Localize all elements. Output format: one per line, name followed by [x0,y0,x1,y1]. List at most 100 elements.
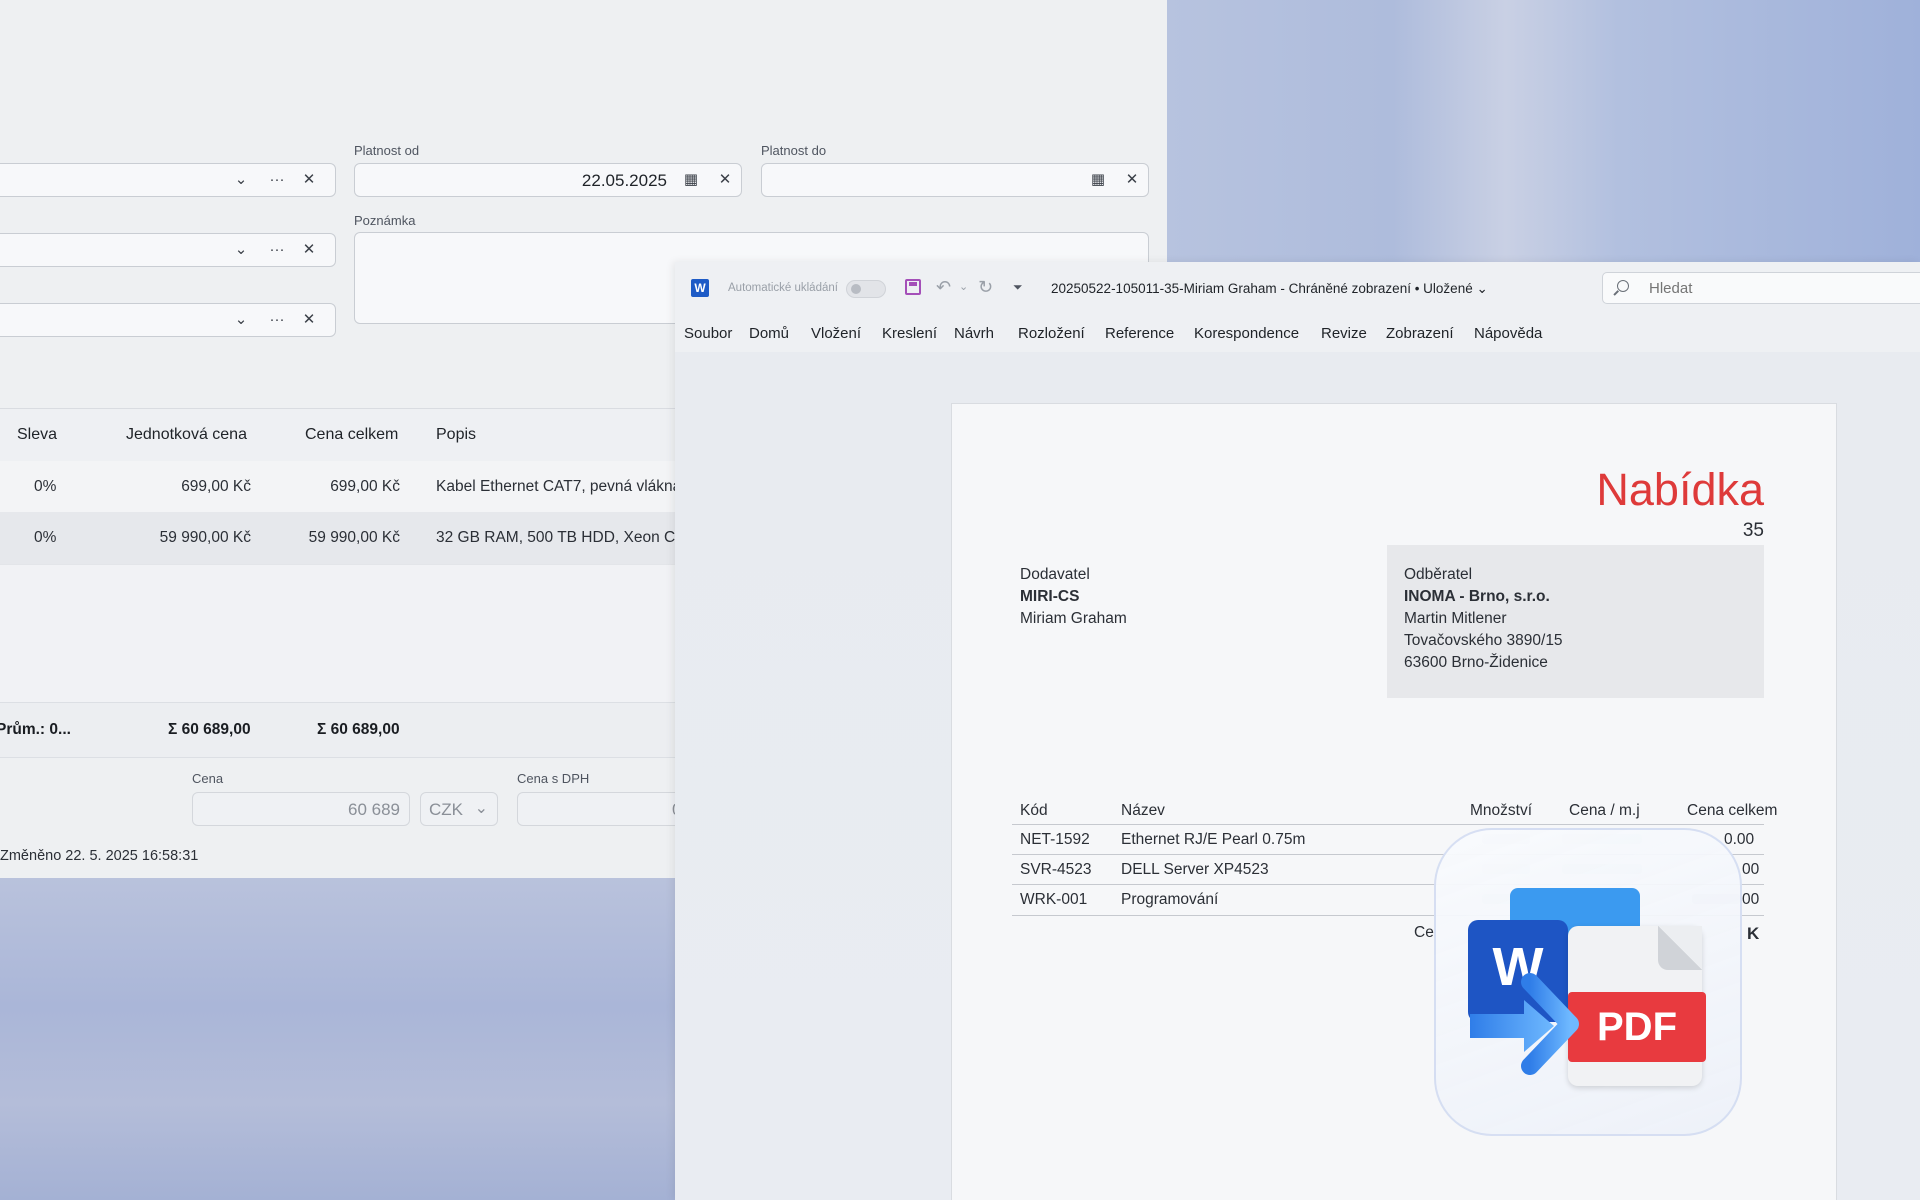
item-total: 00 [1742,891,1760,908]
price-field: 60 689 [192,792,410,826]
customer-street: Tovačovského 3890/15 [1404,632,1563,649]
tab-review[interactable]: Revize [1321,325,1367,342]
chevron-down-icon[interactable]: ⌄ [231,310,251,330]
supplier-label: Dodavatel [1020,566,1090,583]
tab-design[interactable]: Návrh [954,325,994,342]
customer-person: Martin Mitlener [1404,610,1507,627]
more-icon[interactable]: ··· [267,310,287,330]
chevron-down-icon[interactable]: ⌄ [959,277,968,297]
tab-insert[interactable]: Vložení [811,325,861,342]
combo-field-3[interactable]: ⌄ ··· ✕ [0,303,336,337]
undo-icon[interactable]: ↶ [936,277,951,297]
item-name: Programování [1121,891,1219,908]
tab-view[interactable]: Zobrazení [1386,325,1454,342]
col-unit-price: Cena / m.j [1569,802,1640,819]
tab-help[interactable]: Nápověda [1474,325,1542,342]
desktop-background-lower [0,878,675,1200]
cell-unit-price: 59 990,00 Kč [159,529,251,546]
clear-icon[interactable]: ✕ [299,240,319,260]
col-qty: Množství [1470,802,1533,819]
currency-select[interactable]: CZK ⌄ [420,792,498,826]
page-fold-icon [1658,926,1702,970]
cell-discount: 0% [34,529,57,546]
save-icon[interactable] [905,279,921,295]
price-label: Cena [192,771,224,786]
supplier-block: Dodavatel MIRI-CS Miriam Graham [1020,564,1127,630]
supplier-name: MIRI-CS [1020,588,1080,605]
autosave-label: Automatické ukládání [728,282,838,294]
chevron-down-icon[interactable]: ⌄ [231,240,251,260]
grand-total-value: K [1747,924,1760,943]
tab-references[interactable]: Reference [1105,325,1174,342]
clear-icon[interactable]: ✕ [299,310,319,330]
word-app-icon: W [691,279,709,297]
chevron-down-icon[interactable]: ⌄ [231,170,251,190]
col-description[interactable]: Popis [436,426,476,444]
summary-unit-sum: Σ 60 689,00 [168,721,251,738]
item-code: SVR-4523 [1020,861,1092,878]
cell-description: Kabel Ethernet CAT7, pevná vlákna [436,478,682,495]
tab-layout[interactable]: Rozložení [1018,325,1085,342]
document-title[interactable]: 20250522-105011-35-Miriam Graham - Chrán… [1051,281,1488,297]
desktop-background [1167,0,1920,262]
note-label: Poznámka [354,213,416,228]
cell-total-price: 699,00 Kč [330,478,400,495]
tab-mailings[interactable]: Korespondence [1194,325,1299,342]
item-name: Ethernet RJ/E Pearl 0.75m [1121,831,1306,848]
item-code: NET-1592 [1020,831,1090,848]
chevron-down-icon: ⌄ [474,800,488,817]
offer-title: Nabídka [1596,464,1764,515]
col-discount[interactable]: Sleva [17,426,57,444]
col-code: Kód [1020,802,1048,819]
valid-to-field[interactable]: ▦ ✕ [761,163,1149,197]
tab-home[interactable]: Domů [749,325,789,342]
col-total-price[interactable]: Cena celkem [305,426,398,444]
last-changed: Změněno 22. 5. 2025 16:58:31 [0,848,199,864]
grand-total-label: Ce [1414,924,1434,941]
word-to-pdf-badge: W PDF [1434,828,1742,1136]
price-vat-label: Cena s DPH [517,771,590,786]
combo-field-2[interactable]: ⌄ ··· ✕ [0,233,336,267]
combo-field-1[interactable]: ⌄ ··· ✕ [0,163,336,197]
cell-discount: 0% [34,478,57,495]
cell-unit-price: 699,00 Kč [181,478,251,495]
calendar-icon[interactable]: ▦ [1088,170,1108,190]
word-titlebar: W Automatické ukládání ↶ ⌄ ↻ ⏷ 20250522-… [675,262,1920,312]
item-name: DELL Server XP4523 [1121,861,1269,878]
chevron-down-icon: ⌄ [1476,281,1488,296]
tab-file[interactable]: Soubor [684,325,732,342]
more-icon[interactable]: ··· [267,240,287,260]
customer-city: 63600 Brno-Židenice [1404,654,1548,671]
price-value: 60 689 [348,800,400,819]
tab-draw[interactable]: Kreslení [882,325,937,342]
customer-label: Odběratel [1404,566,1473,583]
autosave-toggle[interactable] [846,280,886,298]
summary-average: Prům.: 0... [0,721,71,738]
customize-toolbar-icon[interactable]: ⏷ [1013,277,1023,297]
search-input[interactable] [1647,279,1851,298]
offer-number: 35 [1742,520,1764,541]
calendar-icon[interactable]: ▦ [681,170,701,190]
valid-from-field[interactable]: 22.05.2025 ▦ ✕ [354,163,742,197]
item-total: 0.00 [1724,831,1755,848]
summary-total-sum: Σ 60 689,00 [317,721,400,738]
redo-icon[interactable]: ↻ [978,277,993,297]
col-unit-price[interactable]: Jednotková cena [126,426,247,444]
cell-description: 32 GB RAM, 500 TB HDD, Xeon CPU [436,529,697,546]
clear-icon[interactable]: ✕ [715,170,735,190]
supplier-person: Miriam Graham [1020,610,1127,627]
search-box[interactable] [1602,272,1920,304]
clear-icon[interactable]: ✕ [1122,170,1142,190]
customer-block: Odběratel INOMA - Brno, s.r.o. Martin Mi… [1387,545,1764,698]
ribbon-tabs: Soubor Domů Vložení Kreslení Návrh Rozlo… [675,312,1920,352]
item-code: WRK-001 [1020,891,1088,908]
clear-icon[interactable]: ✕ [299,170,319,190]
cell-total-price: 59 990,00 Kč [308,529,400,546]
valid-to-label: Platnost do [761,143,827,158]
valid-from-label: Platnost od [354,143,420,158]
col-total: Cena celkem [1687,802,1778,819]
convert-arrow-icon [1470,973,1579,1075]
more-icon[interactable]: ··· [267,170,287,190]
currency-value: CZK [429,800,463,819]
valid-from-value: 22.05.2025 [581,171,667,190]
